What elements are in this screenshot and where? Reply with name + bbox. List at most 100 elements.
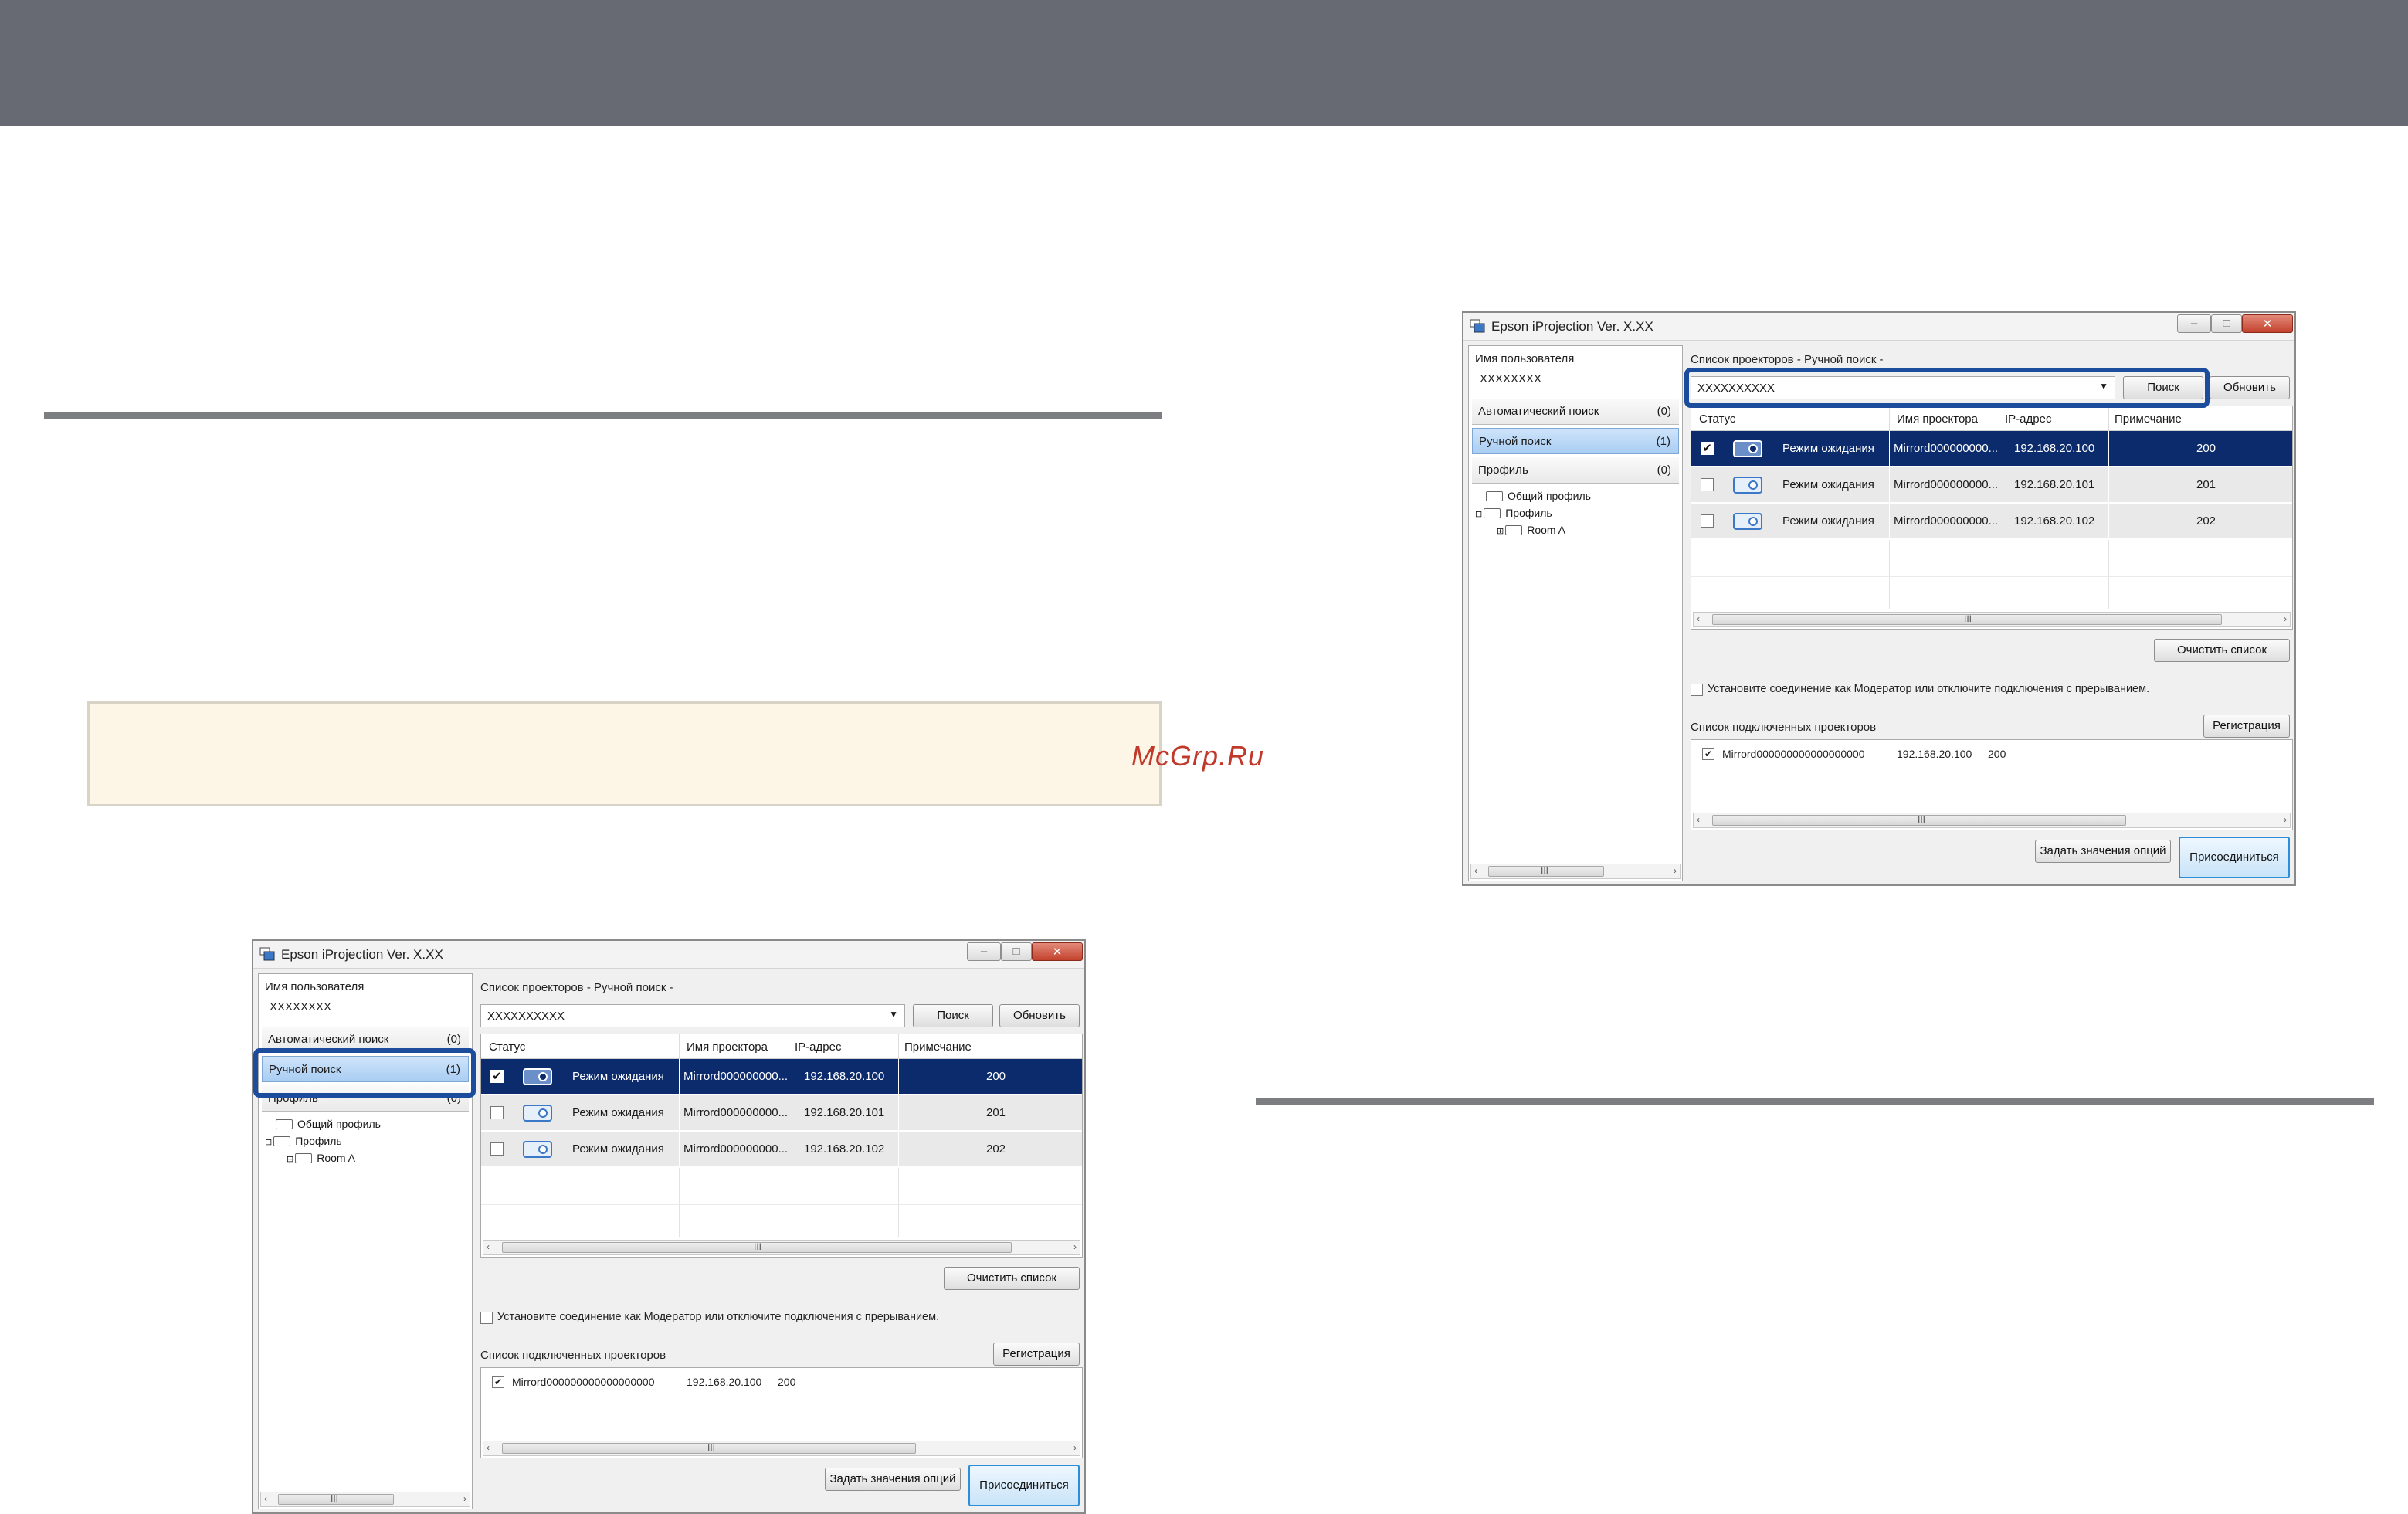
col-projector-name[interactable]: Имя проектора <box>687 1040 768 1054</box>
row-note: 200 <box>2196 442 2216 455</box>
table-scrollbar[interactable]: ‹ III › <box>1693 612 2291 627</box>
col-status[interactable]: Статус <box>1699 412 1735 426</box>
refresh-button[interactable]: Обновить <box>999 1004 1080 1027</box>
username-value[interactable]: XXXXXXXX <box>270 1000 331 1013</box>
username-value[interactable]: XXXXXXXX <box>1480 372 1541 385</box>
register-button[interactable]: Регистрация <box>2203 715 2290 738</box>
tree-room[interactable]: ⊞ Room A <box>287 1152 355 1164</box>
row-name: Mirrord000000000... <box>1894 442 1999 455</box>
scroll-grip: III <box>1964 613 1972 624</box>
nav-manual-search[interactable]: Ручной поиск (1) <box>1472 428 1679 454</box>
note-box <box>87 701 1162 806</box>
refresh-button[interactable]: Обновить <box>2210 376 2290 399</box>
row-note: 201 <box>986 1106 1006 1119</box>
tree-common-profile[interactable]: Общий профиль <box>276 1118 381 1130</box>
tree-profile[interactable]: ⊟ Профиль <box>1475 507 1552 519</box>
close-button[interactable]: ✕ <box>2242 314 2293 333</box>
moderator-checkbox[interactable] <box>1691 684 1703 696</box>
table-row[interactable]: Режим ожидания Mirrord000000000... 192.1… <box>481 1095 1082 1131</box>
scroll-left-icon[interactable]: ‹ <box>487 1241 490 1252</box>
connected-checkbox[interactable]: ✔ <box>492 1376 504 1388</box>
row-checkbox[interactable] <box>1701 514 1714 528</box>
row-name: Mirrord000000000... <box>1894 514 1999 528</box>
scroll-right-icon[interactable]: › <box>463 1493 466 1504</box>
row-note: 202 <box>2196 514 2216 528</box>
scroll-left-icon[interactable]: ‹ <box>487 1442 490 1453</box>
close-icon: ✕ <box>2262 317 2273 331</box>
register-button[interactable]: Регистрация <box>993 1343 1080 1366</box>
scroll-right-icon[interactable]: › <box>1073 1241 1077 1252</box>
col-note[interactable]: Примечание <box>2115 412 2182 426</box>
left-pane: Имя пользователя XXXXXXXX Автоматический… <box>1468 345 1683 881</box>
col-ip[interactable]: IP-адрес <box>2005 412 2051 426</box>
scroll-left-icon[interactable]: ‹ <box>1697 814 1700 825</box>
table-row[interactable]: Режим ожидания Mirrord000000000... 192.1… <box>1691 504 2292 539</box>
scroll-left-icon[interactable]: ‹ <box>264 1493 267 1504</box>
row-checkbox[interactable]: ✔ <box>1701 442 1714 455</box>
nav-auto-search[interactable]: Автоматический поиск (0) <box>1472 399 1679 425</box>
connected-ip: 192.168.20.100 <box>687 1376 762 1388</box>
table-row[interactable]: ✔ Режим ожидания Mirrord000000000... 192… <box>1691 431 2292 467</box>
scroll-grip: III <box>707 1442 716 1453</box>
table-row[interactable]: ✔ Режим ожидания Mirrord000000000... 192… <box>481 1059 1082 1095</box>
search-button[interactable]: Поиск <box>913 1004 993 1027</box>
row-ip: 192.168.20.101 <box>804 1106 885 1119</box>
maximize-button[interactable]: □ <box>1001 942 1032 961</box>
row-name: Mirrord000000000... <box>683 1106 789 1119</box>
clear-list-button[interactable]: Очистить список <box>944 1267 1080 1290</box>
table-scrollbar[interactable]: ‹ III › <box>483 1240 1080 1255</box>
col-note[interactable]: Примечание <box>904 1040 972 1054</box>
scroll-right-icon[interactable]: › <box>1073 1442 1077 1453</box>
row-checkbox[interactable] <box>490 1142 504 1156</box>
join-button[interactable]: Присоединиться <box>968 1465 1080 1506</box>
scroll-right-icon[interactable]: › <box>1674 865 1677 876</box>
scroll-right-icon[interactable]: › <box>2284 814 2287 825</box>
moderator-checkbox[interactable] <box>480 1312 493 1324</box>
connected-ip: 192.168.20.100 <box>1897 748 1972 760</box>
scroll-grip: III <box>1541 865 1549 876</box>
nav-profile-count: (0) <box>1657 463 1671 477</box>
folder-icon <box>1486 491 1503 501</box>
connected-scrollbar[interactable]: ‹ III › <box>483 1441 1080 1456</box>
folder-icon <box>1505 525 1523 535</box>
highlight-manual-search <box>253 1048 476 1098</box>
nav-profile[interactable]: Профиль (0) <box>1472 457 1679 484</box>
options-button[interactable]: Задать значения опций <box>825 1468 961 1491</box>
scroll-left-icon[interactable]: ‹ <box>1697 613 1700 624</box>
table-row[interactable]: Режим ожидания Mirrord000000000... 192.1… <box>1691 467 2292 503</box>
minimize-button[interactable]: – <box>2177 314 2211 333</box>
right-pane: Список проекторов - Ручной поиск - XXXXX… <box>1689 345 2293 881</box>
scroll-left-icon[interactable]: ‹ <box>1474 865 1477 876</box>
table-row[interactable]: Режим ожидания Mirrord000000000... 192.1… <box>481 1132 1082 1167</box>
left-scrollbar[interactable]: ‹ III › <box>260 1492 470 1507</box>
row-checkbox[interactable] <box>1701 478 1714 491</box>
scroll-grip: III <box>1918 814 1926 825</box>
connected-scrollbar[interactable]: ‹ III › <box>1693 813 2291 828</box>
col-ip[interactable]: IP-адрес <box>795 1040 841 1054</box>
tree-profile[interactable]: ⊟ Профиль <box>265 1135 342 1147</box>
close-button[interactable]: ✕ <box>1032 942 1083 961</box>
row-checkbox[interactable] <box>490 1106 504 1119</box>
scroll-right-icon[interactable]: › <box>2284 613 2287 624</box>
projector-icon <box>1733 513 1762 530</box>
search-combo[interactable]: XXXXXXXXXX ▼ <box>480 1004 905 1027</box>
col-status[interactable]: Статус <box>489 1040 525 1054</box>
connected-title: Список подключенных проекторов <box>480 1349 666 1362</box>
col-projector-name[interactable]: Имя проектора <box>1897 412 1978 426</box>
clear-list-button[interactable]: Очистить список <box>2154 639 2290 662</box>
tree-common-profile[interactable]: Общий профиль <box>1486 490 1591 502</box>
moderator-label: Установите соединение как Модератор или … <box>497 1311 940 1323</box>
options-button[interactable]: Задать значения опций <box>2035 840 2171 863</box>
app-window: Epson iProjection Ver. X.XX – □ ✕ Имя по… <box>252 939 1086 1514</box>
connected-checkbox[interactable]: ✔ <box>1702 748 1714 760</box>
left-scrollbar[interactable]: ‹ III › <box>1470 864 1681 879</box>
maximize-button[interactable]: □ <box>2211 314 2242 333</box>
row-checkbox[interactable]: ✔ <box>490 1070 504 1083</box>
row-name: Mirrord000000000... <box>683 1142 789 1156</box>
tree-room[interactable]: ⊞ Room A <box>1497 524 1565 536</box>
join-button[interactable]: Присоединиться <box>2179 837 2290 878</box>
close-icon: ✕ <box>1052 945 1063 959</box>
chevron-down-icon[interactable]: ▼ <box>889 1009 898 1020</box>
nav-profile-label: Профиль <box>1478 463 1528 477</box>
minimize-button[interactable]: – <box>967 942 1001 961</box>
